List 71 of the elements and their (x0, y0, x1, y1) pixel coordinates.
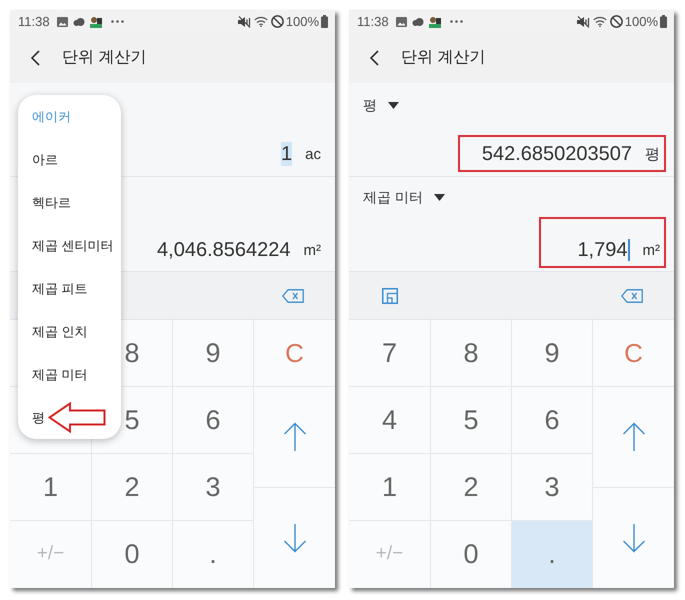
unit-dropdown[interactable]: 제곱 미터 (363, 186, 445, 208)
clear-key[interactable]: C (254, 320, 335, 387)
block-icon (610, 15, 623, 28)
arrow-up-icon (282, 422, 306, 452)
wifi-icon (592, 16, 607, 27)
unit-text: 평 (645, 145, 660, 165)
unit-text: ac (305, 145, 321, 165)
value-field[interactable]: 1 (281, 142, 292, 166)
menu-item[interactable]: 평 (32, 408, 45, 428)
status-time: 11:38 (18, 12, 50, 31)
digit-key[interactable]: 7 (349, 320, 431, 387)
digit-key[interactable]: 6 (173, 387, 254, 454)
value-field[interactable]: 542.6850203507 (482, 142, 632, 166)
digit-key[interactable]: 4 (349, 387, 431, 454)
decimal-key[interactable]: . (512, 521, 593, 588)
battery-percent: 100% (624, 12, 658, 31)
app-icon (428, 16, 441, 28)
battery-icon (660, 15, 667, 28)
digit-key[interactable]: 1 (349, 454, 431, 521)
image-icon (396, 16, 407, 26)
block-icon (270, 15, 284, 28)
menu-item[interactable]: 제곱 센티미터 (32, 236, 114, 256)
mute-icon (576, 16, 590, 28)
menu-item[interactable]: 제곱 미터 (32, 364, 88, 384)
arrow-down-icon (282, 523, 306, 553)
digit-key[interactable]: 9 (173, 320, 254, 387)
menu-item[interactable]: 제곱 피트 (32, 278, 88, 298)
caret-icon (434, 194, 445, 200)
status-time: 11:38 (357, 12, 389, 31)
battery-icon (321, 15, 328, 28)
digit-key[interactable]: 2 (92, 454, 173, 521)
digit-key[interactable]: 8 (431, 320, 512, 387)
digit-key[interactable]: 3 (173, 454, 254, 521)
layout-icon[interactable] (382, 288, 398, 304)
image-icon (56, 16, 68, 26)
more-icon (450, 20, 463, 23)
caret-icon (388, 102, 399, 108)
value-field[interactable]: 1,794 (577, 238, 628, 262)
unit-text: m² (642, 241, 660, 261)
unit-dropdown[interactable]: 평 (363, 94, 399, 116)
menu-item[interactable]: 아르 (32, 150, 58, 170)
digit-key[interactable]: 1 (10, 454, 92, 521)
cloud-icon (412, 18, 424, 26)
screen-title: 단위 계산기 (401, 48, 486, 68)
digit-key[interactable]: 2 (431, 454, 512, 521)
cloud-icon (72, 18, 85, 26)
menu-item[interactable]: 제곱 인치 (32, 322, 88, 342)
arrow-up-icon (622, 422, 646, 452)
more-icon (110, 20, 124, 23)
wifi-icon (254, 16, 268, 27)
digit-key[interactable]: 3 (512, 454, 593, 521)
digit-key[interactable]: 5 (431, 387, 512, 454)
arrow-down-icon (622, 523, 646, 553)
backspace-icon[interactable] (282, 288, 304, 302)
back-icon[interactable] (31, 50, 40, 66)
menu-item[interactable]: 에이커 (32, 106, 71, 126)
digit-key[interactable]: 9 (512, 320, 593, 387)
app-icon (90, 16, 102, 28)
back-icon[interactable] (370, 50, 379, 66)
digit-key[interactable]: 0 (431, 521, 512, 588)
unit-text: m² (304, 241, 321, 261)
decimal-key[interactable]: . (173, 521, 254, 588)
backspace-icon[interactable] (621, 288, 643, 302)
digit-key[interactable]: 0 (92, 521, 173, 588)
battery-percent: 100% (286, 12, 319, 31)
screen-title: 단위 계산기 (62, 48, 146, 68)
value-field[interactable]: 4,046.8564224 (157, 238, 290, 262)
clear-key[interactable]: C (593, 320, 674, 387)
mute-icon (238, 16, 251, 28)
menu-item[interactable]: 헥타르 (32, 192, 71, 212)
digit-key[interactable]: 6 (512, 387, 593, 454)
